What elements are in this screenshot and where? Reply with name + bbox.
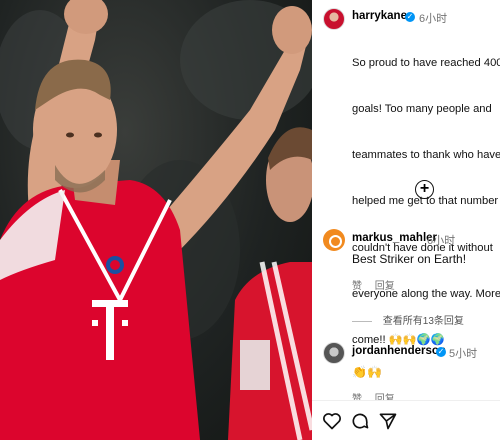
comment-username[interactable]: markus_mahler xyxy=(352,232,437,244)
view-replies-label: 查看所有13条回复 xyxy=(382,316,464,327)
verified-badge-icon: ✓ xyxy=(405,12,415,22)
view-replies-button[interactable]: 查看所有13条回复 xyxy=(352,312,464,327)
caption-line: So proud to have reached 400 c xyxy=(352,56,500,69)
post-action-bar xyxy=(312,400,500,440)
comment-text: 👏🙌 xyxy=(352,365,382,379)
comment-time: 5小时 xyxy=(449,348,478,360)
like-comment-button[interactable]: 赞 xyxy=(352,281,362,292)
comments-panel: harrykane ✓ 6小时 So proud to have reached… xyxy=(312,0,500,440)
player-celebration-image xyxy=(0,0,312,440)
send-icon[interactable] xyxy=(378,411,398,431)
author-avatar[interactable] xyxy=(323,8,345,30)
comment-actions: 赞 回复 xyxy=(352,277,405,292)
commenter-avatar[interactable] xyxy=(323,342,345,364)
commenter-avatar[interactable] xyxy=(323,229,345,251)
post-photo[interactable] xyxy=(0,0,312,440)
plus-circle-icon[interactable]: + xyxy=(415,180,434,199)
post-time: 6小时 xyxy=(419,13,448,25)
caption-line: goals! Too many people and xyxy=(352,103,492,116)
heart-icon[interactable] xyxy=(322,411,342,431)
verified-badge-icon: ✓ xyxy=(436,347,446,357)
author-username[interactable]: harrykane xyxy=(352,10,407,22)
reply-button[interactable]: 回复 xyxy=(375,281,395,292)
comment-icon[interactable] xyxy=(350,411,370,431)
comment-username[interactable]: jordanhenderson xyxy=(352,345,446,357)
comment-text: Best Striker on Earth! xyxy=(352,252,467,266)
caption-line: teammates to thank who have xyxy=(352,149,500,162)
comment-time: 6小时 xyxy=(427,235,456,247)
